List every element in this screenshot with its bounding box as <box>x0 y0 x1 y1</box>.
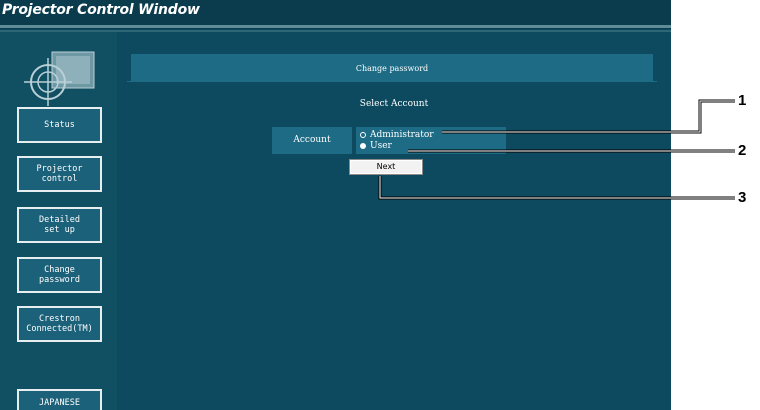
sidebar: Status Projector control Detailed set up… <box>0 32 117 410</box>
sidebar-item-change-password[interactable]: Change password <box>17 257 102 293</box>
radio-unselected-icon[interactable] <box>360 132 366 138</box>
radio-administrator[interactable]: Administrator <box>360 130 434 140</box>
radio-user-label: User <box>370 141 392 151</box>
sidebar-item-detailed-set-up[interactable]: Detailed set up <box>17 207 102 243</box>
callout-2: 2 <box>738 142 747 159</box>
title-divider <box>0 25 671 28</box>
window-title: Projector Control Window <box>2 2 200 18</box>
radio-selected-icon[interactable] <box>360 143 366 149</box>
sidebar-item-projector-control[interactable]: Projector control <box>17 156 102 192</box>
radio-user[interactable]: User <box>360 141 392 151</box>
panel-corner-left <box>127 54 131 81</box>
panel-corner-right <box>653 54 657 81</box>
account-label: Account <box>272 127 352 154</box>
next-button[interactable]: Next <box>349 159 423 175</box>
account-options: Administrator User <box>356 127 506 154</box>
sidebar-item-crestron-connected[interactable]: Crestron Connected(TM) <box>17 306 102 342</box>
projector-logo-icon <box>24 51 95 106</box>
title-bar: Projector Control Window <box>0 0 671 29</box>
callout-3: 3 <box>738 189 747 206</box>
callout-1: 1 <box>738 92 747 109</box>
main-content: Change password Select Account Account A… <box>117 32 671 410</box>
sidebar-item-japanese[interactable]: JAPANESE <box>17 389 102 410</box>
section-title: Select Account <box>359 99 429 109</box>
projector-control-window: Projector Control Window Status Projecto… <box>0 0 671 410</box>
sidebar-item-status[interactable]: Status <box>17 107 102 143</box>
radio-administrator-label: Administrator <box>370 130 434 140</box>
panel-title: Change password <box>127 54 657 82</box>
